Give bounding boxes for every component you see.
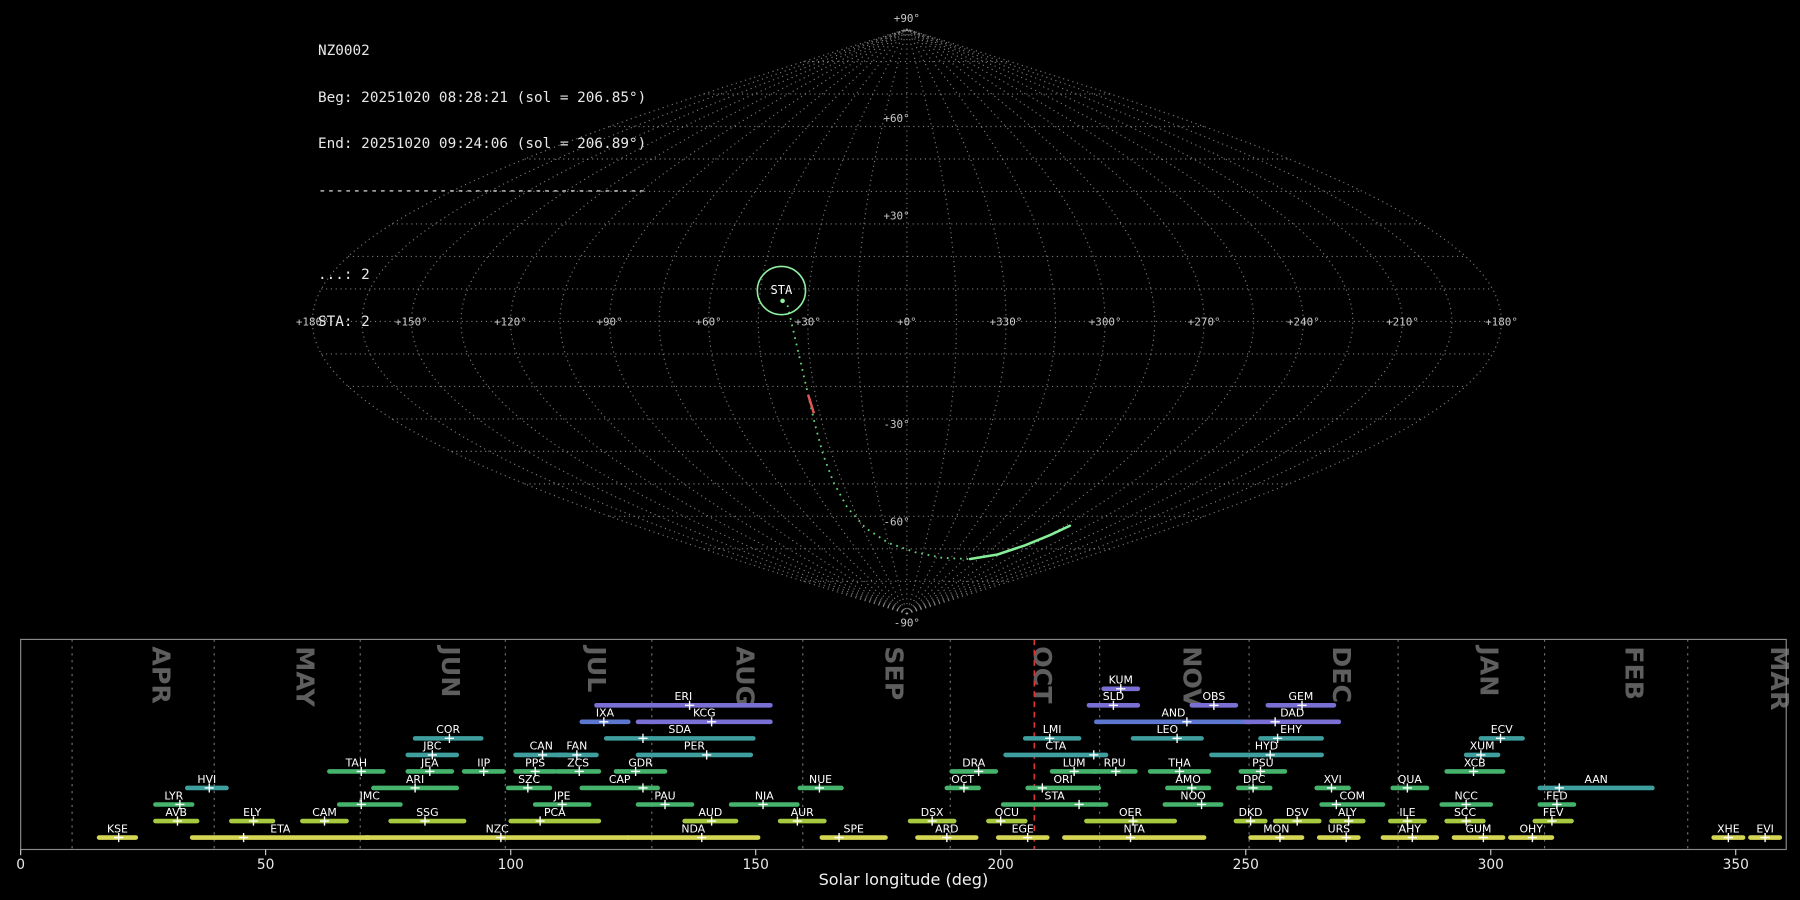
separator-line: -------------------------------------- bbox=[318, 182, 646, 197]
station-id: NZ0002 bbox=[318, 42, 646, 57]
shower-label: GUM bbox=[1466, 822, 1492, 835]
shower-label: QUA bbox=[1398, 773, 1423, 786]
shower-label: NUE bbox=[809, 773, 832, 786]
shower-label: SPE bbox=[844, 822, 864, 835]
shower-label: AAN bbox=[1584, 773, 1607, 786]
shower-peak-marker bbox=[1089, 750, 1098, 759]
shower-label: GDR bbox=[628, 756, 653, 769]
shower-label: PSU bbox=[1252, 756, 1273, 769]
plot-window: NZ0002 Beg: 20251020 08:28:21 (sol = 206… bbox=[0, 0, 1800, 900]
shower-label: OCU bbox=[995, 806, 1019, 819]
shower-label: COM bbox=[1340, 789, 1366, 802]
month-label: JUL bbox=[582, 644, 611, 692]
count-sta: STA: 2 bbox=[318, 313, 646, 328]
shower-label: ALY bbox=[1338, 806, 1357, 819]
count-unassociated: ...: 2 bbox=[318, 266, 646, 281]
shower-label: SZC bbox=[518, 773, 540, 786]
month-label: JAN bbox=[1475, 644, 1504, 696]
shower-peak-marker bbox=[834, 833, 843, 842]
shower-label: LYR bbox=[164, 789, 183, 802]
shower-label: GEM bbox=[1289, 690, 1314, 703]
shower-peak-marker bbox=[638, 783, 647, 792]
shower-label: MON bbox=[1263, 822, 1289, 835]
x-tick-label: 150 bbox=[743, 857, 769, 873]
x-tick-label: 50 bbox=[257, 857, 275, 873]
shower-label: TAH bbox=[345, 756, 367, 769]
shower-label: DAD bbox=[1280, 707, 1304, 720]
session-begin: Beg: 20251020 08:28:21 (sol = 206.85°) bbox=[318, 89, 646, 104]
shower-label: COR bbox=[436, 723, 460, 736]
x-tick-label: 300 bbox=[1478, 857, 1504, 873]
shower-label: HYD bbox=[1255, 740, 1278, 753]
shower-label: KSE bbox=[107, 822, 128, 835]
shower-label: OCT bbox=[951, 773, 974, 786]
shower-label: XCB bbox=[1464, 756, 1486, 769]
month-label: OCT bbox=[1028, 646, 1057, 704]
month-label: JUN bbox=[436, 644, 465, 697]
shower-label: ECV bbox=[1491, 723, 1513, 736]
shower-label: OHY bbox=[1519, 822, 1543, 835]
shower-label: FEV bbox=[1543, 806, 1564, 819]
x-axis-title: Solar longitude (deg) bbox=[819, 870, 989, 889]
shower-label: DRA bbox=[962, 756, 986, 769]
shower-label: ELY bbox=[243, 806, 262, 819]
shower-label: CAN bbox=[530, 740, 553, 753]
shower-label: DPC bbox=[1243, 773, 1266, 786]
shower-label: PCA bbox=[544, 806, 566, 819]
shower-label: NTA bbox=[1123, 822, 1145, 835]
shower-label: ZCS bbox=[567, 756, 589, 769]
shower-label: PER bbox=[684, 740, 705, 753]
shower-label: NIA bbox=[755, 789, 774, 802]
month-label: FEB bbox=[1619, 646, 1648, 700]
shower-label: AMO bbox=[1175, 773, 1200, 786]
shower-peak-marker bbox=[239, 833, 248, 842]
shower-label: AHY bbox=[1399, 822, 1422, 835]
shower-label: EGE bbox=[1012, 822, 1034, 835]
shower-label: NZC bbox=[486, 822, 510, 835]
shower-label: EHY bbox=[1280, 723, 1302, 736]
x-tick-label: 0 bbox=[16, 857, 25, 873]
shower-label: STA bbox=[1045, 789, 1066, 802]
shower-label: SCC bbox=[1454, 806, 1477, 819]
shower-label: SDA bbox=[668, 723, 691, 736]
shower-label: HVI bbox=[197, 773, 216, 786]
shower-label: CAP bbox=[609, 773, 631, 786]
month-label: SEP bbox=[880, 646, 909, 700]
month-label: APR bbox=[146, 646, 175, 704]
activity-timeline-canvas: APRMAYJUNJULAUGSEPOCTNOVDECJANFEBMARKUME… bbox=[0, 0, 1800, 900]
shower-label: RPU bbox=[1104, 756, 1126, 769]
month-label: DEC bbox=[1327, 646, 1356, 703]
x-tick-label: 100 bbox=[498, 857, 524, 873]
shower-label: OER bbox=[1119, 806, 1142, 819]
shower-label: SSG bbox=[416, 806, 438, 819]
session-end: End: 20251020 09:24:06 (sol = 206.89°) bbox=[318, 135, 646, 150]
header-info: NZ0002 Beg: 20251020 08:28:21 (sol = 206… bbox=[318, 11, 646, 359]
shower-label: AND bbox=[1161, 707, 1185, 720]
shower-label: XVI bbox=[1324, 773, 1342, 786]
shower-label: IXA bbox=[596, 707, 615, 720]
shower-label: CTA bbox=[1045, 740, 1066, 753]
shower-label: AVB bbox=[165, 806, 187, 819]
month-label: MAR bbox=[1765, 646, 1794, 710]
x-tick-label: 350 bbox=[1723, 857, 1749, 873]
shower-peak-marker bbox=[1074, 800, 1083, 809]
x-tick-label: 250 bbox=[1233, 857, 1259, 873]
spacer bbox=[318, 228, 646, 235]
shower-label: ETA bbox=[270, 822, 291, 835]
month-label: MAY bbox=[290, 646, 319, 707]
shower-label: XUM bbox=[1470, 740, 1495, 753]
shower-peak-marker bbox=[1271, 717, 1280, 726]
shower-label: LMI bbox=[1043, 723, 1062, 736]
x-tick-label: 200 bbox=[988, 857, 1014, 873]
month-label: AUG bbox=[730, 646, 759, 706]
shower-peak-marker bbox=[638, 734, 647, 743]
shower-label: AUR bbox=[791, 806, 814, 819]
shower-label: ORI bbox=[1053, 773, 1072, 786]
shower-label: AUD bbox=[698, 806, 722, 819]
shower-label: LEO bbox=[1157, 723, 1179, 736]
